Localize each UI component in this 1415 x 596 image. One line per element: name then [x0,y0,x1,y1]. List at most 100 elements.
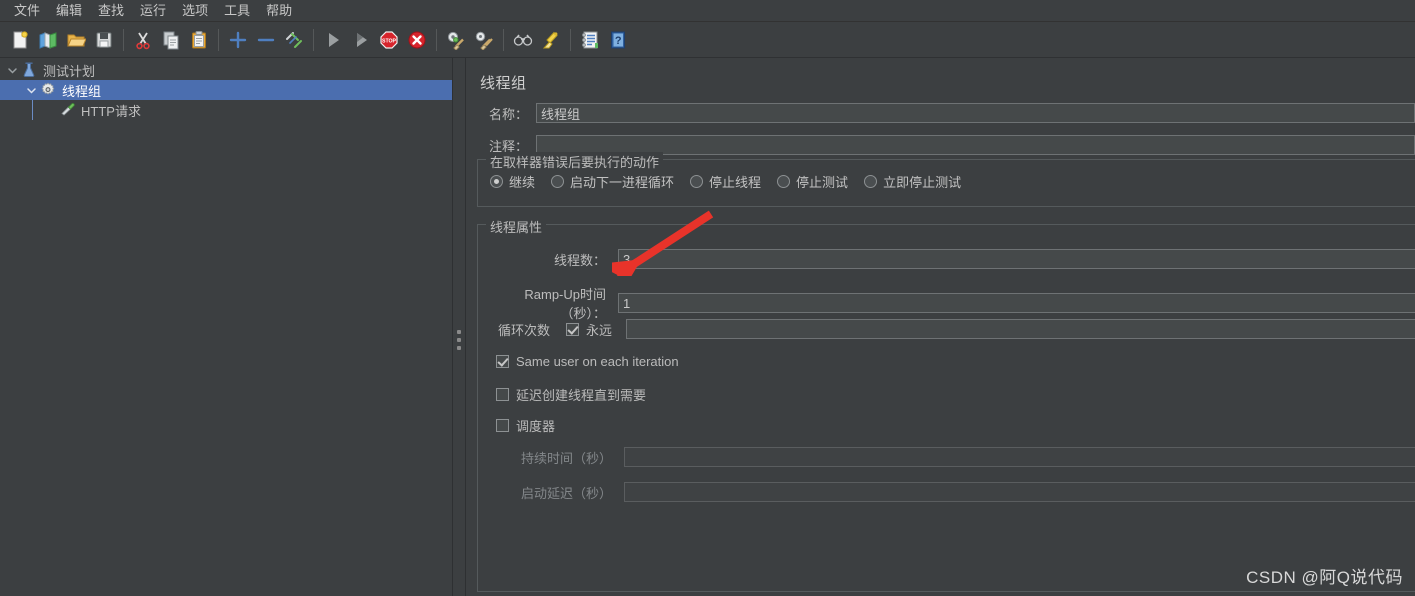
thread-group-config-panel: 线程组 名称： 线程组 注释： 在取样器错误后要执行的动作 继续 启动下一进程循… [466,58,1415,596]
name-input[interactable]: 线程组 [536,103,1415,123]
radio-stop-thread[interactable]: 停止线程 [690,172,761,191]
reset-search-broom-icon[interactable] [538,27,564,53]
toolbar-separator [570,28,571,51]
toolbar-separator [218,28,219,51]
save-floppy-icon[interactable] [91,27,117,53]
radio-label: 继续 [509,175,536,190]
forever-checkbox[interactable]: 永远 [566,320,612,339]
start-no-pauses-icon[interactable] [348,27,374,53]
thread-properties-group-title: 线程属性 [486,217,547,236]
ramp-up-label: Ramp-Up时间（秒）： [524,287,606,321]
ramp-up-field[interactable]: 1 [618,293,1415,313]
radio-indicator[interactable] [777,175,791,188]
menu-edit[interactable]: 编辑 [48,1,90,21]
open-folder-icon[interactable] [63,27,89,53]
error-action-groupbox: 在取样器错误后要执行的动作 继续 启动下一进程循环 停止线程 停止测试 立即停止… [477,152,1415,207]
menu-bar: 文件 编辑 查找 运行 选项 工具 帮助 [0,0,1415,22]
tree-node-http-request[interactable]: HTTP请求 [0,100,452,120]
error-action-radio-group[interactable]: 继续 启动下一进程循环 停止线程 停止测试 立即停止测试 [490,172,977,191]
toolbar-separator [123,28,124,51]
menu-search[interactable]: 查找 [90,1,132,21]
paste-clipboard-icon[interactable] [186,27,212,53]
function-helper-icon[interactable] [577,27,603,53]
startup-delay-field[interactable] [624,482,1415,502]
splitter-grip[interactable] [457,330,461,354]
radio-indicator[interactable] [690,175,704,188]
collapse-minus-icon[interactable] [253,27,279,53]
tree-node-label: HTTP请求 [81,103,141,119]
startup-delay-label: 启动延迟（秒） [520,485,612,501]
checkbox-indicator[interactable] [496,388,509,401]
radio-start-next-loop[interactable]: 启动下一进程循环 [551,172,674,191]
clear-all-icon[interactable] [471,27,497,53]
radio-label: 启动下一进程循环 [570,175,675,190]
tree-node-label: 测试计划 [43,63,96,79]
tree-indent-line [23,100,42,120]
checkbox-indicator[interactable] [496,355,509,368]
tree-node-thread-group[interactable]: 线程组 [0,80,452,100]
radio-label: 立即停止测试 [883,175,962,190]
clear-icon[interactable] [443,27,469,53]
menu-tools[interactable]: 工具 [216,1,258,21]
duration-field[interactable] [624,447,1415,467]
thread-count-field[interactable]: 3 [618,249,1415,269]
ramp-up-row: Ramp-Up时间（秒）： 1 [484,284,1415,322]
radio-indicator[interactable] [490,175,503,188]
radio-label: 停止线程 [709,175,762,190]
svg-text:?: ? [615,35,622,47]
tree-node-test-plan[interactable]: 测试计划 [0,60,452,80]
copy-icon[interactable] [158,27,184,53]
scheduler-checkbox[interactable]: 调度器 [496,416,555,435]
forever-label: 永远 [586,322,613,338]
thread-properties-groupbox: 线程属性 线程数： 3 Ramp-Up时间（秒）： 1 循环次数 永远 Same… [477,217,1415,592]
start-play-icon[interactable] [320,27,346,53]
loop-count-row: 循环次数 永远 [484,319,1415,339]
cut-scissors-icon[interactable] [130,27,156,53]
open-templates-icon[interactable] [35,27,61,53]
chevron-down-icon[interactable] [23,85,39,96]
duration-label: 持续时间（秒） [520,450,612,466]
expand-plus-icon[interactable] [225,27,251,53]
stop-icon[interactable]: STOP [376,27,402,53]
page-title: 线程组 [480,75,527,92]
radio-stop-test[interactable]: 停止测试 [777,172,848,191]
same-user-label: Same user on each iteration [516,354,679,369]
error-action-group-title: 在取样器错误后要执行的动作 [486,152,664,171]
toggle-enable-icon[interactable] [281,27,307,53]
toolbar-separator [313,28,314,51]
shutdown-icon[interactable] [404,27,430,53]
toolbar-separator [436,28,437,51]
toolbar: STOP ? [0,22,1415,58]
loop-count-field[interactable] [626,319,1415,339]
new-document-icon[interactable] [7,27,33,53]
radio-indicator[interactable] [864,175,878,188]
comment-input[interactable] [536,135,1415,155]
search-binoculars-icon[interactable] [510,27,536,53]
same-user-checkbox[interactable]: Same user on each iteration [496,354,679,369]
http-request-icon [58,101,76,119]
thread-count-row: 线程数： 3 [484,249,1415,269]
duration-row: 持续时间（秒） [484,447,1415,467]
radio-indicator[interactable] [551,175,565,188]
pane-splitter[interactable] [452,58,466,596]
help-icon[interactable]: ? [605,27,631,53]
test-plan-tree[interactable]: 测试计划 线程组 HTTP请求 [0,58,452,596]
radio-stop-test-now[interactable]: 立即停止测试 [864,172,961,191]
chevron-down-icon[interactable] [4,65,20,76]
menu-file[interactable]: 文件 [6,1,48,21]
delay-thread-creation-checkbox[interactable]: 延迟创建线程直到需要 [496,385,646,404]
thread-group-gear-icon [39,81,57,99]
checkbox-indicator[interactable] [496,419,509,432]
toolbar-separator [503,28,504,51]
menu-help[interactable]: 帮助 [258,1,300,21]
menu-options[interactable]: 选项 [174,1,216,21]
radio-continue[interactable]: 继续 [490,172,535,191]
watermark: CSDN @阿Q说代码 [1246,568,1403,587]
menu-run[interactable]: 运行 [132,1,174,21]
test-plan-icon [20,61,38,79]
startup-delay-row: 启动延迟（秒） [484,482,1415,502]
checkbox-indicator[interactable] [566,322,579,336]
svg-text:STOP: STOP [382,38,397,44]
thread-count-label: 线程数： [553,252,606,268]
delay-thread-creation-label: 延迟创建线程直到需要 [516,388,647,403]
